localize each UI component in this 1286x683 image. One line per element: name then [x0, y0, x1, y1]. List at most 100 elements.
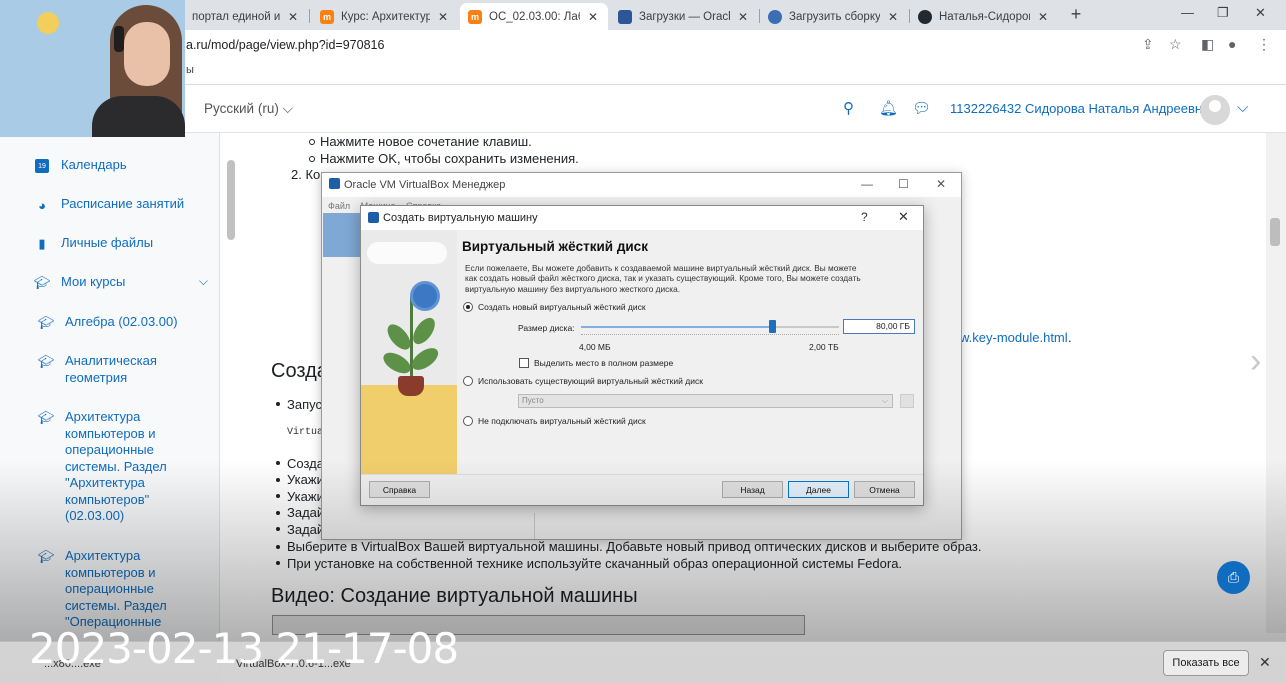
- messages-icon[interactable]: 💬︎: [912, 99, 931, 117]
- wallpaper-moon: [37, 12, 59, 34]
- sidebar-item-course[interactable]: 🎓︎ Алгебра (02.03.00): [37, 314, 219, 332]
- tab-fedora-i3[interactable]: Загрузить сборку i3 f ✕: [760, 3, 908, 30]
- chevron-right-icon[interactable]: ›: [1250, 342, 1261, 381]
- scrollbar-thumb[interactable]: [1270, 218, 1280, 246]
- use-existing-disk-radio[interactable]: [463, 376, 473, 386]
- tab-close-icon[interactable]: ✕: [436, 10, 450, 24]
- fedora-favicon-icon: [768, 9, 782, 24]
- bullet: [276, 478, 280, 482]
- close-window-icon[interactable]: ✕: [1255, 5, 1266, 21]
- list-item: Укажи: [287, 489, 324, 504]
- flower-shape: [413, 284, 437, 308]
- close-icon[interactable]: ✕: [898, 209, 909, 225]
- github-favicon-icon: [918, 9, 932, 24]
- slider-ticks: [581, 334, 839, 337]
- disk-size-slider[interactable]: [581, 320, 839, 333]
- sidebar-item-label: Личные файлы: [61, 235, 154, 250]
- minimize-icon[interactable]: —: [1181, 5, 1194, 20]
- preallocate-checkbox[interactable]: [519, 358, 529, 368]
- page-scrollbar[interactable]: [1266, 133, 1286, 633]
- help-icon[interactable]: ?: [861, 210, 868, 224]
- no-disk-radio[interactable]: [463, 416, 473, 426]
- browser-tab-bar: портал единой инфо ✕ m Курс: Архитектура…: [0, 0, 1286, 30]
- notification-bell-icon[interactable]: 🔔︎: [879, 99, 898, 117]
- cloud-shape: [367, 242, 447, 264]
- new-tab-button[interactable]: +: [1067, 4, 1085, 25]
- sidebar-item-label: Расписание занятий: [61, 196, 185, 211]
- slider-handle[interactable]: [769, 320, 776, 333]
- profile-icon[interactable]: ●: [1228, 36, 1236, 52]
- close-icon[interactable]: ✕: [936, 177, 946, 191]
- sidebar-item-my-courses[interactable]: 🎓︎ Мои курсы ⌵: [33, 274, 208, 292]
- key-module-link[interactable]: w.key-module.html: [960, 330, 1068, 345]
- tools-icon[interactable]: [323, 213, 361, 257]
- sidebar-item-course[interactable]: 🎓︎ Аналитическая геометрия: [37, 353, 219, 386]
- create-vm-dialog: Создать виртуальную машину ? ✕ Виртуальн…: [360, 205, 924, 506]
- punctuation: .: [1068, 330, 1072, 345]
- side-panel-icon[interactable]: ◧: [1201, 36, 1214, 53]
- next-button[interactable]: Далее: [788, 481, 849, 498]
- user-menu-chevron-icon[interactable]: ⌵: [1237, 99, 1248, 116]
- moodle-favicon-icon: m: [468, 9, 482, 24]
- sidebar-item-calendar[interactable]: 19 Календарь: [33, 157, 219, 175]
- chevron-down-icon: ⌵: [881, 396, 888, 405]
- plant-pot: [398, 376, 424, 396]
- sidebar-item-course[interactable]: 🎓︎ Архитектура компьютеров и операционны…: [37, 409, 219, 525]
- tab-github[interactable]: Наталья-Сидорова/ ✕: [910, 3, 1058, 30]
- tab-virtualbox-downloads[interactable]: Загрузки — Oracle VM ✕: [610, 3, 758, 30]
- list-item: Созда: [287, 456, 324, 471]
- print-icon[interactable]: ⎙: [1217, 561, 1250, 594]
- folder-browse-icon[interactable]: [900, 394, 914, 408]
- menu-kebab-icon[interactable]: ⋮: [1257, 36, 1271, 53]
- sidebar-item-label: Архитектура компьютеров и операционные с…: [65, 548, 167, 629]
- tab-lab-page[interactable]: m ОС_02.03.00: Лабора ✕: [460, 3, 608, 30]
- dialog-title: Создать виртуальную машину: [383, 212, 538, 224]
- bookmark-star-icon[interactable]: ☆: [1169, 36, 1182, 53]
- help-button[interactable]: Справка: [369, 481, 430, 498]
- maximize-icon[interactable]: ☐: [898, 177, 909, 191]
- cancel-button[interactable]: Отмена: [854, 481, 915, 498]
- language-menu[interactable]: Русский (ru) ⌵: [204, 101, 293, 117]
- drawer-scrollbar[interactable]: [227, 160, 235, 240]
- sidebar-item-label: Архитектура компьютеров и операционные с…: [65, 409, 167, 523]
- bookmark-item[interactable]: ы: [186, 64, 194, 76]
- tab-close-icon[interactable]: ✕: [286, 10, 300, 24]
- clock-icon: ◕: [38, 197, 46, 213]
- avatar[interactable]: [1200, 95, 1230, 125]
- instruction-text: Нажмите OK, чтобы сохранить изменения.: [320, 151, 579, 166]
- sidebar-item-course[interactable]: 🎓︎ Архитектура компьютеров и операционны…: [37, 548, 219, 631]
- bullet: [276, 511, 280, 515]
- menu-file[interactable]: Файл: [328, 201, 350, 211]
- divider: [534, 513, 535, 539]
- tab-close-icon[interactable]: ✕: [1036, 10, 1050, 24]
- sidebar-item-schedule[interactable]: ◕ Расписание занятий: [33, 196, 219, 214]
- tab-separator: [309, 9, 310, 23]
- list-item: Выберите в VirtualBox Вашей виртуальной …: [287, 539, 982, 554]
- tab-portal[interactable]: портал единой инфо ✕: [184, 3, 308, 30]
- search-icon[interactable]: ⚲: [843, 99, 854, 117]
- chevron-down-icon[interactable]: ⌵: [199, 274, 208, 289]
- sidebar-item-files[interactable]: ▮ Личные файлы: [33, 235, 219, 253]
- section-heading: Созда: [271, 360, 328, 382]
- existing-disk-select[interactable]: Пусто ⌵: [518, 394, 893, 408]
- show-all-downloads-button[interactable]: Показать все: [1163, 650, 1249, 676]
- back-button[interactable]: Назад: [722, 481, 783, 498]
- disk-size-input[interactable]: 80,00 ГБ: [843, 319, 915, 334]
- slider-fill: [581, 326, 772, 328]
- tab-close-icon[interactable]: ✕: [736, 10, 750, 24]
- close-icon[interactable]: ✕: [1259, 654, 1271, 671]
- user-name[interactable]: 1132226432 Сидорова Наталья Андреевна: [950, 101, 1209, 116]
- tab-close-icon[interactable]: ✕: [886, 10, 900, 24]
- url-input[interactable]: a.ru/mod/page/view.php?id=970816: [186, 38, 384, 52]
- minimize-icon[interactable]: —: [861, 177, 873, 191]
- tab-course[interactable]: m Курс: Архитектура ко ✕: [312, 3, 458, 30]
- bullet: [276, 561, 280, 565]
- wizard-heading: Виртуальный жёсткий диск: [462, 239, 648, 254]
- webcam-person-face: [124, 22, 170, 86]
- sidebar-item-label: Мои курсы: [61, 274, 126, 289]
- tab-close-icon[interactable]: ✕: [586, 10, 600, 24]
- create-new-disk-radio[interactable]: [463, 302, 473, 312]
- share-icon[interactable]: ⇪: [1142, 36, 1154, 53]
- tab-label: ОС_02.03.00: Лабора: [489, 10, 580, 23]
- maximize-icon[interactable]: ❐: [1217, 5, 1229, 21]
